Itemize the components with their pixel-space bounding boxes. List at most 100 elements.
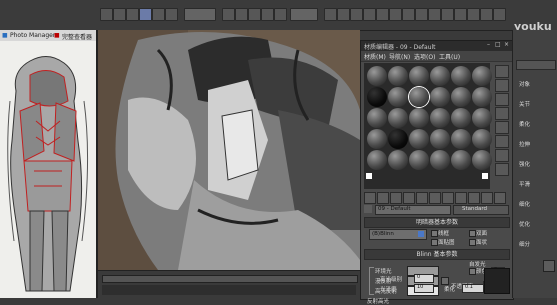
minimize-icon[interactable]: –	[487, 41, 490, 48]
sample-slot-active[interactable]	[409, 87, 429, 107]
cmd-item[interactable]: 强化	[519, 160, 530, 168]
wire-checkbox[interactable]	[431, 230, 438, 237]
sample-slot[interactable]	[472, 66, 492, 86]
scroll-left-icon[interactable]	[366, 173, 372, 179]
menu-options[interactable]: 选项(O)	[414, 52, 435, 61]
teapot-icon[interactable]	[441, 8, 454, 21]
get-material-icon[interactable]	[364, 192, 376, 204]
sample-slot[interactable]	[430, 129, 450, 149]
backlight-icon[interactable]	[495, 79, 509, 92]
sample-slot[interactable]	[472, 108, 492, 128]
reference-dropdown[interactable]	[184, 8, 216, 21]
material-editor-icon[interactable]	[389, 8, 402, 21]
uv-tiling-icon[interactable]	[495, 107, 509, 120]
scroll-right-icon[interactable]	[482, 173, 488, 179]
material-type-button[interactable]: Standard	[453, 205, 509, 215]
select-by-material-icon[interactable]	[495, 163, 509, 176]
material-library-icon[interactable]	[442, 192, 454, 204]
sample-slot[interactable]	[430, 87, 450, 107]
modifier-list-field[interactable]	[516, 60, 556, 70]
sample-slot[interactable]	[451, 66, 471, 86]
move-icon[interactable]	[139, 8, 152, 21]
sample-slot[interactable]	[367, 150, 387, 170]
reset-map-icon[interactable]	[403, 192, 415, 204]
pick-material-icon[interactable]	[364, 205, 372, 213]
sample-slot[interactable]	[388, 66, 408, 86]
render-setup-icon[interactable]	[402, 8, 415, 21]
cmd-item[interactable]: 细分	[519, 240, 530, 248]
sample-slot[interactable]	[472, 150, 492, 170]
sample-slot[interactable]	[451, 87, 471, 107]
copy-material-icon[interactable]	[416, 192, 428, 204]
go-to-parent-icon[interactable]	[494, 192, 506, 204]
material-name-field[interactable]: 09 - Default	[375, 205, 451, 215]
align-icon[interactable]	[337, 8, 350, 21]
cmd-item[interactable]: 优化	[519, 220, 530, 228]
curve-editor-icon[interactable]	[363, 8, 376, 21]
sample-slot[interactable]	[409, 66, 429, 86]
show-end-result-icon[interactable]	[481, 192, 493, 204]
layer-icon[interactable]	[350, 8, 363, 21]
selection-set-dropdown[interactable]	[290, 8, 318, 21]
cmd-item[interactable]: 对象	[519, 80, 530, 88]
time-slider[interactable]	[102, 275, 358, 283]
sample-slot[interactable]	[430, 150, 450, 170]
shader-basic-params-rollout[interactable]: 明暗器基本参数	[364, 217, 510, 228]
sample-slot[interactable]	[367, 66, 387, 86]
two-sided-checkbox[interactable]	[469, 230, 476, 237]
sample-slot[interactable]	[430, 108, 450, 128]
sample-slot[interactable]	[388, 108, 408, 128]
put-material-icon[interactable]	[377, 192, 389, 204]
shader-type-dropdown[interactable]: (B)Blinn	[369, 229, 427, 240]
cmd-item[interactable]: 关节	[519, 100, 530, 108]
sample-slot[interactable]	[451, 150, 471, 170]
preview-icon[interactable]	[495, 135, 509, 148]
soften-field[interactable]: 0.1	[462, 284, 484, 293]
sample-slot[interactable]	[451, 129, 471, 149]
sample-slot[interactable]	[472, 129, 492, 149]
angle-snap-icon[interactable]	[248, 8, 261, 21]
unique-icon[interactable]	[429, 192, 441, 204]
sample-slot[interactable]	[388, 129, 408, 149]
quick-render-icon[interactable]	[454, 8, 467, 21]
cmd-settings-icon[interactable]	[543, 260, 555, 272]
percent-snap-icon[interactable]	[261, 8, 274, 21]
cmd-item[interactable]: 细化	[519, 200, 530, 208]
show-map-icon[interactable]	[468, 192, 480, 204]
scale-icon[interactable]	[165, 8, 178, 21]
select-icon[interactable]	[126, 8, 139, 21]
perspective-viewport[interactable]	[98, 30, 360, 270]
video-color-icon[interactable]	[495, 121, 509, 134]
diffuse-map-button[interactable]	[441, 277, 449, 285]
undo-icon[interactable]	[100, 8, 113, 21]
cmd-item[interactable]: 拉伸	[519, 140, 530, 148]
menu-material[interactable]: 材质(M)	[364, 52, 386, 61]
close-icon[interactable]: ×	[504, 41, 509, 48]
background-icon[interactable]	[495, 93, 509, 106]
mirror-icon[interactable]	[324, 8, 337, 21]
glossiness-field[interactable]: 10	[414, 284, 434, 293]
sample-slot[interactable]	[388, 150, 408, 170]
full-viewer-icon[interactable]: ■	[54, 32, 60, 39]
sample-type-icon[interactable]	[495, 65, 509, 78]
track-bar[interactable]	[102, 285, 356, 295]
activeshade-icon[interactable]	[480, 8, 493, 21]
schematic-icon[interactable]	[376, 8, 389, 21]
rotate-icon[interactable]	[152, 8, 165, 21]
faceted-checkbox[interactable]	[469, 239, 476, 246]
assign-material-icon[interactable]	[390, 192, 402, 204]
cmd-item[interactable]: 平滑	[519, 180, 530, 188]
sample-slot[interactable]	[451, 108, 471, 128]
sample-slot[interactable]	[388, 87, 408, 107]
sample-slot[interactable]	[409, 150, 429, 170]
effects-channel-icon[interactable]	[455, 192, 467, 204]
spec-level-field[interactable]: 0	[414, 274, 434, 283]
render-frame-icon[interactable]	[415, 8, 428, 21]
blinn-basic-params-rollout[interactable]: Blinn 基本参数	[364, 249, 510, 260]
full-viewer-label[interactable]: 完整查看器	[62, 32, 92, 41]
menu-utilities[interactable]: 工具(U)	[439, 52, 460, 61]
face-map-checkbox[interactable]	[431, 239, 438, 246]
sample-slot[interactable]	[367, 108, 387, 128]
redo-icon[interactable]	[113, 8, 126, 21]
maximize-icon[interactable]: □	[495, 41, 501, 48]
